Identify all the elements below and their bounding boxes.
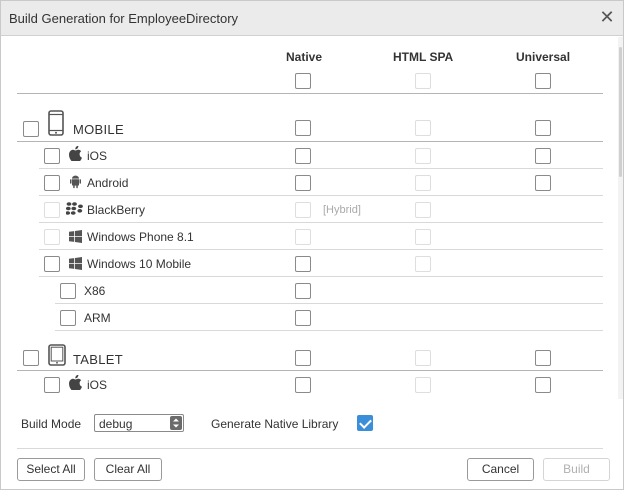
platform-label-arm: ARM: [84, 311, 111, 325]
android-icon: [70, 175, 81, 189]
mobile-winphone-native-checkbox: [295, 229, 311, 245]
column-header-native: Native: [286, 50, 323, 64]
row-divider: [39, 195, 603, 196]
tablet-ios-checkbox[interactable]: [44, 377, 60, 393]
row-divider: [55, 330, 603, 331]
generate-native-library-label: Generate Native Library: [211, 417, 339, 431]
windows-icon: [69, 257, 82, 270]
cancel-button[interactable]: Cancel: [467, 458, 534, 481]
mobile-ios-native-checkbox[interactable]: [295, 148, 311, 164]
platform-label-blackberry: BlackBerry: [87, 203, 146, 217]
mobile-ios-html-spa-checkbox: [415, 148, 431, 164]
mobile-ios-checkbox[interactable]: [44, 148, 60, 164]
mobile-android-checkbox[interactable]: [44, 175, 60, 191]
mobile-android-universal-checkbox[interactable]: [535, 175, 551, 191]
select-arrows-icon: [170, 416, 182, 430]
dialog-titlebar: Build Generation for EmployeeDirectory ✕: [1, 1, 623, 36]
blackberry-hybrid-note: [Hybrid]: [323, 204, 361, 216]
mobile-android-native-checkbox[interactable]: [295, 175, 311, 191]
platform-label-x86: X86: [84, 284, 106, 298]
mobile-win10-arm-native-checkbox[interactable]: [295, 310, 311, 326]
mobile-win10-arm-checkbox[interactable]: [60, 310, 76, 326]
blackberry-icon: [66, 202, 83, 215]
build-button[interactable]: Build: [543, 458, 610, 481]
close-icon[interactable]: ✕: [599, 8, 615, 26]
apple-icon: [69, 146, 82, 161]
mobile-android-html-spa-checkbox: [415, 175, 431, 191]
vertical-scrollbar[interactable]: [618, 37, 623, 399]
tablet-ios-universal-checkbox[interactable]: [535, 377, 551, 393]
mobile-win10-native-checkbox[interactable]: [295, 256, 311, 272]
mobile-winphone-html-spa-checkbox: [415, 229, 431, 245]
row-divider: [55, 303, 603, 304]
mobile-group-label: MOBILE: [73, 122, 124, 137]
dialog-title: Build Generation for EmployeeDirectory: [9, 11, 239, 26]
mobile-win10-x86-native-checkbox[interactable]: [295, 283, 311, 299]
row-divider: [39, 168, 603, 169]
scrollbar-thumb[interactable]: [619, 47, 622, 177]
build-mode-label: Build Mode: [21, 417, 82, 431]
apple-icon: [69, 375, 82, 390]
build-generation-dialog: Build Generation for EmployeeDirectory ✕…: [0, 0, 624, 490]
mobile-win10-html-spa-checkbox: [415, 256, 431, 272]
select-all-html-spa-checkbox: [415, 73, 431, 89]
mobile-win10-x86-checkbox[interactable]: [60, 283, 76, 299]
tablet-icon: [48, 344, 66, 366]
select-all-native-checkbox[interactable]: [295, 73, 311, 89]
platform-label-tablet-ios: iOS: [87, 378, 108, 392]
build-mode-select[interactable]: debug: [94, 414, 184, 432]
tablet-group-label: TABLET: [73, 352, 123, 367]
group-divider: [17, 141, 603, 142]
column-header-html-spa: HTML SPA: [393, 50, 454, 64]
mobile-phone-icon: [48, 110, 64, 136]
mobile-group-checkbox[interactable]: [23, 121, 39, 137]
header-divider: [17, 93, 603, 94]
tablet-html-spa-checkbox: [415, 350, 431, 366]
mobile-blackberry-html-spa-checkbox: [415, 202, 431, 218]
tablet-ios-native-checkbox[interactable]: [295, 377, 311, 393]
select-all-universal-checkbox[interactable]: [535, 73, 551, 89]
row-divider: [39, 249, 603, 250]
mobile-ios-universal-checkbox[interactable]: [535, 148, 551, 164]
group-divider: [17, 370, 603, 371]
platform-label-windows-phone: Windows Phone 8.1: [87, 230, 194, 244]
platform-label-android: Android: [87, 176, 129, 190]
platform-label-windows-10-mobile: Windows 10 Mobile: [87, 257, 192, 271]
mobile-win10-checkbox[interactable]: [44, 256, 60, 272]
platform-list[interactable]: Native HTML SPA Universal MOBILE iOS And…: [1, 37, 623, 399]
clear-all-button[interactable]: Clear All: [94, 458, 162, 481]
mobile-blackberry-native-checkbox: [295, 202, 311, 218]
build-mode-value: debug: [99, 417, 133, 431]
mobile-html-spa-checkbox: [415, 120, 431, 136]
select-all-button[interactable]: Select All: [17, 458, 85, 481]
windows-icon: [69, 230, 82, 243]
row-divider: [39, 276, 603, 277]
tablet-native-checkbox[interactable]: [295, 350, 311, 366]
platform-label-ios: iOS: [87, 149, 108, 163]
footer-divider: [17, 448, 603, 449]
mobile-blackberry-checkbox: [44, 202, 60, 218]
tablet-ios-html-spa-checkbox: [415, 377, 431, 393]
generate-native-library-checkbox[interactable]: [357, 415, 373, 431]
mobile-native-checkbox[interactable]: [295, 120, 311, 136]
column-header-universal: Universal: [516, 50, 571, 64]
tablet-group-checkbox[interactable]: [23, 350, 39, 366]
mobile-universal-checkbox[interactable]: [535, 120, 551, 136]
row-divider: [39, 222, 603, 223]
mobile-winphone-checkbox: [44, 229, 60, 245]
tablet-universal-checkbox[interactable]: [535, 350, 551, 366]
